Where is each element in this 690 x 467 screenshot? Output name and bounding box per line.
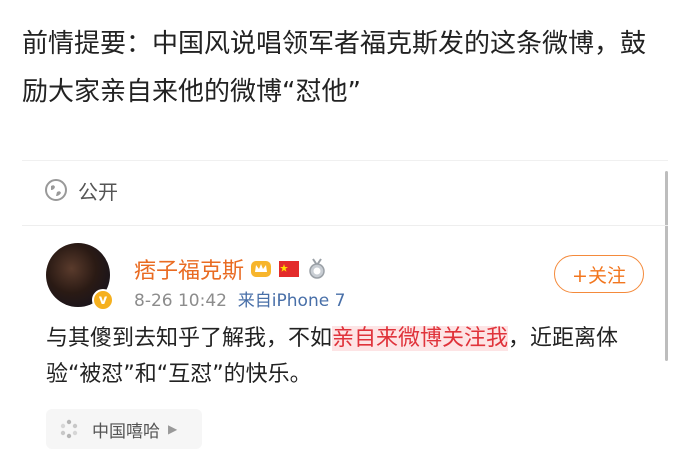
post-text-before: 与其傻到去知乎了解我，不如	[46, 326, 333, 351]
privacy-indicator: 公开	[44, 175, 118, 205]
china-flag-icon	[278, 258, 300, 280]
topic-tag[interactable]: 中国嘻哈 ▶	[46, 409, 202, 449]
post-text-highlight: 亲自来微博关注我	[332, 326, 509, 351]
medal-icon[interactable]	[306, 258, 328, 280]
globe-icon	[44, 178, 68, 202]
topic-icon	[58, 418, 80, 440]
topic-label: 中国嘻哈	[92, 421, 160, 442]
chevron-right-icon: ▶	[168, 422, 178, 436]
scrollbar[interactable]	[665, 171, 668, 361]
privacy-label: 公开	[78, 179, 118, 204]
post-source[interactable]: 来自iPhone 7	[238, 291, 346, 311]
intro-text: 前情提要：中国风说唱领军者福克斯发的这条微博，鼓励大家亲自来他的微博“怼他”	[22, 29, 647, 107]
username[interactable]: 痞子福克斯	[134, 253, 244, 285]
weibo-card: 公开 v 痞子福克斯 8-26 10:42 来自iPhone 7 +关注 与其傻…	[22, 160, 668, 467]
divider	[22, 225, 668, 226]
crown-member-icon[interactable]	[250, 258, 272, 280]
follow-button[interactable]: +关注	[554, 255, 644, 293]
post-meta: 8-26 10:42 来自iPhone 7	[134, 286, 345, 311]
username-row: 痞子福克斯	[134, 253, 328, 285]
post-date: 8-26 10:42	[134, 291, 227, 311]
post-text: 与其傻到去知乎了解我，不如亲自来微博关注我，近距离体验“被怼”和“互怼”的快乐。	[46, 321, 656, 393]
verified-badge: v	[92, 289, 114, 311]
